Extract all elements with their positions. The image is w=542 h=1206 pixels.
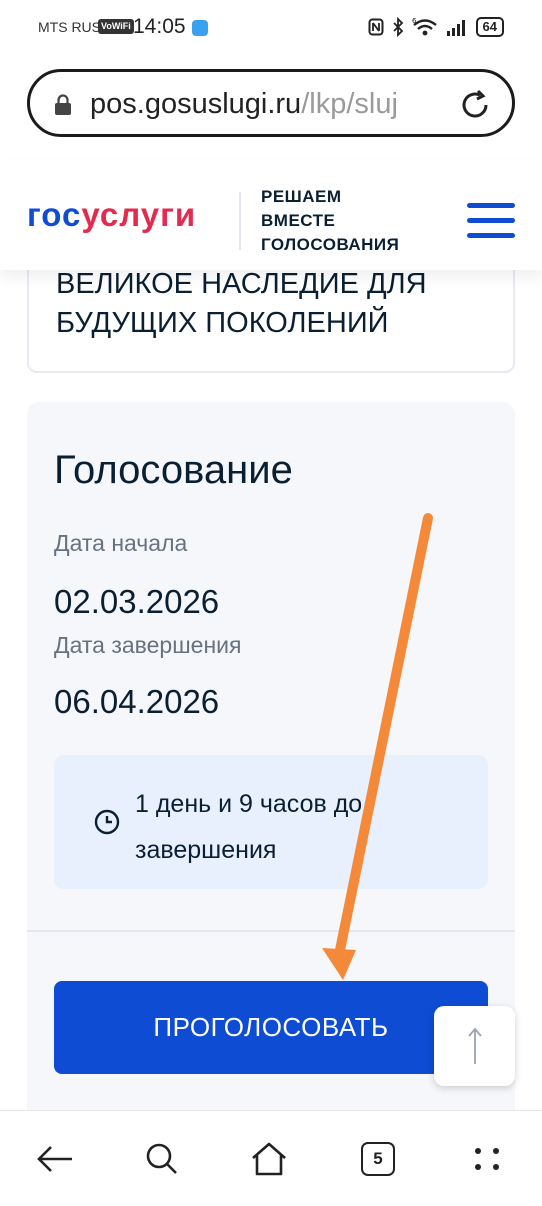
tagline-line-2: ВМЕСТЕ [261, 211, 336, 230]
header-tagline: РЕШАЕМ ВМЕСТЕ ГОЛОСОВАНИЯ [261, 185, 399, 257]
reload-icon[interactable] [458, 88, 492, 122]
search-button[interactable] [142, 1139, 182, 1179]
more-menu-button[interactable] [467, 1139, 507, 1179]
voting-heading: Голосование [54, 448, 293, 492]
menu-icon[interactable] [467, 203, 515, 239]
browser-bottom-nav: 5 [0, 1110, 542, 1206]
nfc-icon [368, 18, 384, 36]
clock-time: 14:05 [133, 15, 186, 38]
system-icons: 6 64 [368, 16, 504, 38]
back-button[interactable] [35, 1139, 75, 1179]
end-date-label: Дата завершения [54, 632, 242, 658]
search-icon [146, 1143, 177, 1174]
countdown-text: 1 день и 9 часов до завершения [135, 790, 363, 864]
arrow-up-icon [467, 1027, 482, 1064]
signal-icon [446, 20, 465, 36]
url-text[interactable]: pos.gosuslugi.ru/lkp/sluj [90, 85, 435, 123]
poll-title: ВЕЛИКОЕ НАСЛЕДИЕ ДЛЯ БУДУЩИХ ПОКОЛЕНИЙ [56, 268, 427, 339]
lock-icon [55, 94, 71, 115]
more-dots-icon [475, 1148, 499, 1170]
vowifi-badge: VoWiFi [98, 19, 134, 34]
address-bar[interactable]: pos.gosuslugi.ru/lkp/sluj [27, 69, 515, 137]
vote-button[interactable]: ПРОГОЛОСОВАТЬ [54, 981, 488, 1074]
back-arrow-icon [37, 1146, 72, 1172]
status-bar: MTS RUS VoWiFi 14:05 6 64 [0, 0, 542, 56]
end-date-value: 06.04.2026 [54, 683, 220, 720]
tagline-line-3: ГОЛОСОВАНИЯ [261, 235, 400, 254]
tagline-line-1: РЕШАЕМ [261, 187, 342, 206]
bluetooth-icon [392, 17, 403, 37]
home-icon [252, 1142, 286, 1176]
logo-part-gos: гос [27, 196, 82, 233]
countdown-box: 1 день и 9 часов до завершения [54, 755, 488, 889]
svg-text:6: 6 [412, 17, 417, 25]
carrier-label: MTS RUS [38, 19, 101, 35]
start-date-value: 02.03.2026 [54, 583, 220, 620]
url-path: /lkp/sluj [301, 88, 398, 120]
tabs-count-icon: 5 [361, 1142, 395, 1176]
wifi-6-icon: 6 [412, 17, 437, 36]
gosuslugi-logo[interactable]: госуслуги [27, 196, 196, 234]
start-date-label: Дата начала [54, 530, 188, 556]
header-divider [239, 192, 241, 250]
clock-icon [94, 809, 120, 835]
battery-icon: 64 [475, 17, 504, 37]
tabs-button[interactable]: 5 [358, 1139, 398, 1179]
scroll-to-top-button[interactable] [434, 1006, 515, 1086]
home-button[interactable] [249, 1139, 289, 1179]
url-host: pos.gosuslugi.ru [90, 88, 302, 120]
logo-part-uslugi: услуги [81, 196, 197, 233]
card-divider [27, 930, 515, 932]
message-notification-icon [192, 20, 208, 36]
